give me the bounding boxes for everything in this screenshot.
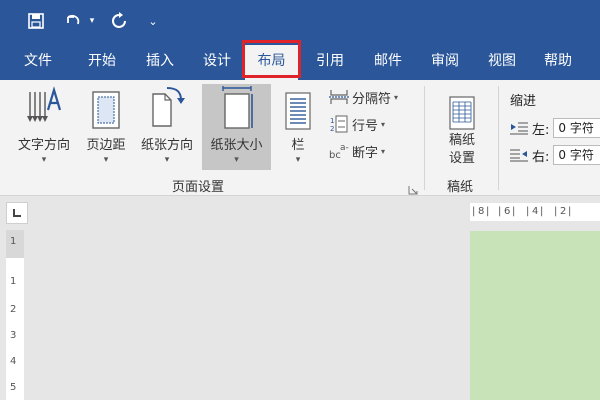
tab-review[interactable]: 审阅 [417,42,473,80]
breaks-icon [328,88,350,106]
text-direction-label: 文字方向 [17,138,70,153]
margins-button[interactable]: 页边距 ▾ [80,84,132,170]
ruler-label: 1 [10,236,17,247]
hyphenation-dropdown-icon: ▾ [381,146,386,156]
undo-icon[interactable] [62,8,84,34]
tab-selector-button[interactable] [6,202,28,224]
indent-right-row: 右: 0 字符 [510,144,600,166]
group-separator [424,86,425,190]
ruler-tick: | [512,206,516,217]
indent-left-row: 左: 0 字符 [510,117,600,139]
manuscript-group-label: 稿纸 [447,180,474,195]
page-setup-dialog-launcher-icon[interactable] [408,180,418,195]
line-numbers-icon: 12 [328,115,350,133]
orientation-icon [134,84,200,130]
size-icon [202,84,271,130]
ruler-label: 8 [478,206,485,217]
manuscript-setup-label-line1: 稿纸 [448,133,475,148]
redo-icon[interactable] [108,8,130,34]
ruler-label: 5 [10,382,17,393]
ruler-label: 4 [10,356,17,367]
indent-left-label: 左: [532,122,550,138]
horizontal-ruler: | 8 | | 6 | | 4 | | 2 | [470,203,600,221]
indent-left-input[interactable]: 0 字符 [553,118,600,138]
tab-file[interactable]: 文件 [10,42,66,80]
orientation-button[interactable]: 纸张方向 ▾ [134,84,200,170]
ruler-tick: | [554,206,558,217]
ruler-tick: | [486,206,490,217]
tab-insert[interactable]: 插入 [132,42,188,80]
save-icon[interactable] [24,8,48,34]
undo-dropdown-icon[interactable]: ▾ [86,8,98,34]
ruler-tick: | [472,206,476,217]
line-numbers-button[interactable]: 12 行号 ▾ [328,113,385,135]
breaks-dropdown-icon: ▾ [394,92,399,102]
customize-toolbar-icon[interactable]: ⌄ [146,8,160,34]
tab-layout[interactable]: 布局 [245,45,298,80]
tab-design[interactable]: 设计 [189,42,245,80]
ruler-tick: | [568,206,572,217]
ribbon-tab-bar: 文件 开始 插入 设计 布局 引用 邮件 审阅 视图 帮助 [0,42,600,80]
svg-text:1: 1 [330,117,334,125]
ribbon: 文字方向 ▾ 页边距 ▾ 纸张方向 ▾ 纸张大小 ▾ 栏 ▾ 分隔符 ▾ 1 2… [0,80,600,196]
manuscript-icon [436,84,488,130]
quick-access-toolbar: ▾ ⌄ [0,0,600,42]
text-direction-icon [10,84,78,130]
breaks-button[interactable]: 分隔符 ▾ [328,86,398,108]
margins-dropdown-icon: ▾ [103,155,109,165]
ruler-label: 1 [10,276,17,287]
ruler-label: 6 [504,206,511,217]
size-dropdown-icon: ▾ [234,155,239,165]
margins-label: 页边距 [86,138,126,153]
tab-references[interactable]: 引用 [302,42,358,80]
ruler-tick: | [498,206,502,217]
orientation-dropdown-icon: ▾ [164,155,170,165]
margins-icon [80,84,132,130]
ruler-label: 2 [560,206,567,217]
columns-button[interactable]: 栏 ▾ [278,84,318,170]
indent-right-icon [510,148,532,162]
text-direction-button[interactable]: 文字方向 ▾ [10,84,78,170]
ruler-label: 3 [10,330,17,341]
ruler-label: 4 [532,206,539,217]
breaks-label: 分隔符 [352,91,392,107]
indent-title: 缩进 [510,94,537,109]
tab-help[interactable]: 帮助 [530,42,586,80]
manuscript-setup-label-line2: 设置 [448,151,475,166]
hyphenation-label: 断字 [352,145,379,161]
orientation-label: 纸张方向 [140,138,193,153]
columns-icon [278,84,318,130]
tab-mailings[interactable]: 邮件 [360,42,416,80]
document-page[interactable] [470,231,600,400]
group-separator [498,86,499,190]
manuscript-setup-button[interactable]: 稿纸 设置 [436,84,488,170]
indent-left-icon [510,121,532,135]
ruler-label: 2 [10,304,17,315]
line-numbers-dropdown-icon: ▾ [381,119,386,129]
vertical-ruler: 1 1 2 3 4 5 [6,230,24,400]
line-numbers-label: 行号 [352,118,379,134]
text-direction-dropdown-icon: ▾ [41,155,47,165]
size-label: 纸张大小 [210,138,263,153]
indent-right-label: 右: [532,149,550,165]
columns-dropdown-icon: ▾ [295,155,301,165]
ruler-tick: | [526,206,530,217]
svg-text:2: 2 [330,125,334,133]
size-button[interactable]: 纸张大小 ▾ [202,84,271,170]
svg-text:a-: a- [340,143,349,153]
hyphenation-button[interactable]: bc a- 断字 ▾ [328,140,385,162]
document-workspace: | 8 | | 6 | | 4 | | 2 | 1 1 2 3 4 5 [0,197,600,400]
tab-view[interactable]: 视图 [474,42,530,80]
columns-label: 栏 [291,138,305,153]
page-setup-group-label: 页面设置 [172,180,225,195]
hyphenation-icon: bc a- [328,142,350,160]
tab-home[interactable]: 开始 [74,42,130,80]
indent-right-input[interactable]: 0 字符 [553,145,600,165]
ruler-tick: | [540,206,544,217]
